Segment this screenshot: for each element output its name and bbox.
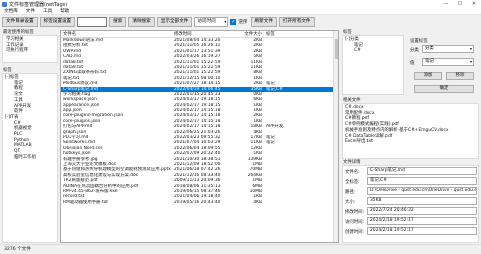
app-icon <box>2 1 7 7</box>
reverse-checkbox[interactable]: ✓ 逆序 <box>230 19 248 25</box>
file-tags-tree: [-]分类 笔记 C# <box>342 35 404 95</box>
category-select[interactable]: 分类 ▾ <box>422 45 474 53</box>
category-value: 分类 <box>425 46 434 51</box>
tag-tree: [-]标签 笔记 教程 论文 工具 APP开发 软件 [-]IT表 C# 机器视… <box>2 73 58 243</box>
sort-select[interactable]: 访问时间 ▾ <box>194 17 229 27</box>
menu-tools[interactable]: 工具 <box>39 8 56 14</box>
sort-select-value: 访问时间 <box>197 19 216 24</box>
window-title: 文件标签管理器(netTags) <box>9 1 68 8</box>
add-tag-button[interactable]: 添加 <box>414 72 442 80</box>
menu-bar: 文档库 文件 工具 帮助 <box>0 8 481 15</box>
related-files-list: C#.docx 常用配件.docx C#教程.pdf C#单例模式编程(实践).… <box>342 103 479 159</box>
file-table: 文件名 修改时间 文件大小 标签 Markdown语法.md 2021/08/04… <box>60 30 339 243</box>
info-filename[interactable]: C-Sharp笔记.md <box>367 167 477 175</box>
recent-item[interactable]: 可执行程序 <box>6 48 54 54</box>
dir-settings-button[interactable]: 文件目录设置 <box>2 17 38 27</box>
file-info-panel: 文件名: C-Sharp笔记.md 全标签: 笔记,C# 路径: D:\OneD… <box>342 165 479 243</box>
check-icon: ✓ <box>230 19 237 25</box>
maximize-button[interactable]: ☐ <box>453 0 467 8</box>
close-button[interactable]: ✕ <box>467 0 481 8</box>
info-accessed[interactable]: 2024/2/18 19:52:17 <box>367 217 477 225</box>
remove-tag-button[interactable]: 移除 <box>446 72 474 80</box>
right-panel: 标签 [-]分类 笔记 C# 设置标签 分类 分类 ▾ 值 笔记 ▾ 添加 移除 确… <box>342 29 479 243</box>
left-panel: 最近使用的标签 学习相关 工作记录 可执行程序 标签 [-]标签 笔记 教程 论… <box>2 29 58 243</box>
related-file[interactable]: Excel导出.txt <box>345 139 476 145</box>
cell-filename: RM驱动器使用手册.txt <box>63 199 109 205</box>
col-filename[interactable]: 文件名 <box>61 31 174 37</box>
refresh-button[interactable]: 刷新文件 <box>250 17 277 27</box>
ok-button[interactable]: 确定 <box>414 85 474 93</box>
chevron-down-icon: ▾ <box>469 46 472 51</box>
toolbar: 文件目录设置 标签设置设置 搜索 清除搜索 显示全部文件 访问时间 ▾ ✓ 逆序 刷… <box>0 15 481 29</box>
col-tags[interactable]: 标签 <box>266 31 326 37</box>
info-label: 大小: <box>345 200 356 205</box>
show-all-button[interactable]: 显示全部文件 <box>156 17 193 27</box>
value-select[interactable]: 笔记 ▾ <box>422 58 474 66</box>
category-label: 分类 <box>410 48 419 53</box>
info-label: 创建时间: <box>345 230 365 235</box>
chevron-down-icon: ▾ <box>224 19 227 24</box>
title-bar: 文件标签管理器(netTags) — ☐ ✕ <box>0 0 481 8</box>
table-scrollbar[interactable] <box>333 31 338 242</box>
value-label: 值 <box>410 61 415 66</box>
cell-tags <box>266 200 326 205</box>
open-all-button[interactable]: 打开所有文件 <box>278 17 315 27</box>
info-label: 文件名: <box>345 170 360 175</box>
tree-node[interactable]: 临时工作组 <box>5 155 55 161</box>
info-tags[interactable]: 笔记,C# <box>367 177 477 185</box>
info-path[interactable]: D:\OneDrive - qust.edu.cn\OneDrive - qus… <box>367 187 477 195</box>
info-label: 修改时间: <box>345 210 365 215</box>
cell-modified: 2019/05/16 20:43:40 <box>174 199 221 205</box>
status-bar: 3276 个文件 <box>0 244 481 253</box>
menu-library[interactable]: 文档库 <box>0 8 22 14</box>
tree-node[interactable]: C# <box>345 48 401 54</box>
info-modified[interactable]: 2022/7/24 20:46:32 <box>367 207 477 215</box>
info-label: 路径: <box>345 190 356 195</box>
search-button[interactable]: 搜索 <box>109 17 127 27</box>
col-modified[interactable]: 修改时间 <box>174 31 234 37</box>
info-label: 访问时间: <box>345 220 365 225</box>
table-body: Markdown语法.md 2021/08/04 14:33:20 2KB 阻抗分析.… <box>61 38 338 205</box>
cell-size: 4KB <box>253 199 262 205</box>
scrollbar-thumb[interactable] <box>335 39 338 59</box>
info-created[interactable]: 2024/2/18 19:52:17 <box>367 227 477 235</box>
table-header: 文件名 修改时间 文件大小 标签 <box>61 31 338 38</box>
menu-file[interactable]: 文件 <box>22 8 39 14</box>
col-size[interactable]: 文件大小 <box>234 31 266 37</box>
menu-help[interactable]: 帮助 <box>56 8 73 14</box>
reverse-label: 逆序 <box>238 20 248 25</box>
info-size[interactable]: 35KB <box>367 197 477 205</box>
recent-tags-list: 学习相关 工作记录 可执行程序 <box>2 35 58 63</box>
tag-settings-button[interactable]: 标签设置设置 <box>39 17 76 27</box>
info-label: 全标签: <box>345 180 360 185</box>
settings-title: 设置标签 <box>410 39 428 44</box>
value-value: 笔记 <box>425 59 434 64</box>
minimize-button[interactable]: — <box>439 0 453 8</box>
table-row[interactable]: RM驱动器使用手册.txt 2019/05/16 20:43:40 4KB <box>61 200 338 205</box>
chevron-down-icon: ▾ <box>469 59 472 64</box>
clear-search-button[interactable]: 清除搜索 <box>128 17 155 27</box>
search-input[interactable] <box>77 17 108 27</box>
